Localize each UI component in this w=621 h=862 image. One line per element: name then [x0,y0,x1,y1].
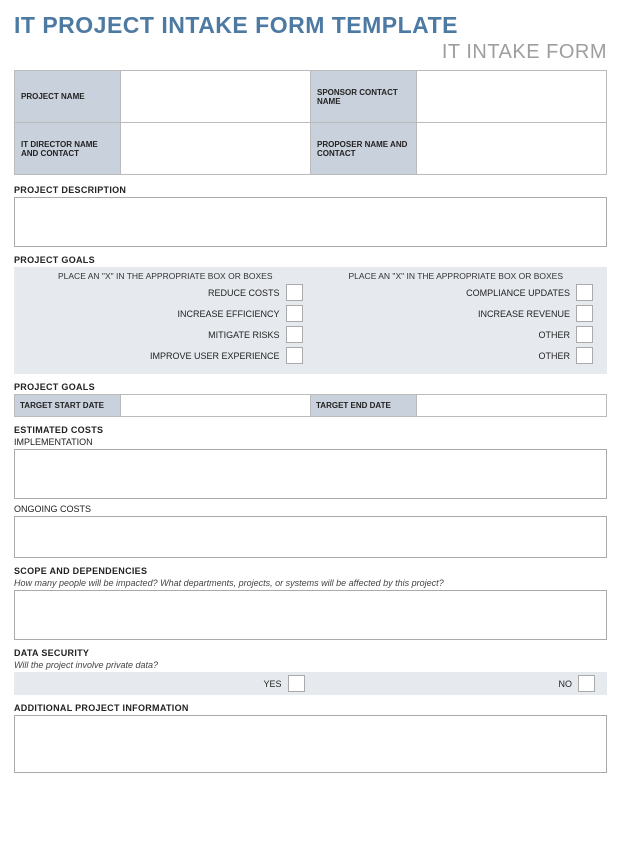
no-label: NO [559,679,573,689]
target-end-input[interactable] [417,395,607,417]
director-label: IT DIRECTOR NAME AND CONTACT [15,123,121,175]
goal-checkbox-reduce-costs[interactable] [286,284,303,301]
goal-label: INCREASE REVENUE [311,309,571,319]
goal-label: OTHER [311,351,571,361]
no-checkbox[interactable] [578,675,595,692]
goals-hint-left: PLACE AN "X" IN THE APPROPRIATE BOX OR B… [20,271,311,281]
project-name-input[interactable] [121,71,311,123]
page-subtitle: IT INTAKE FORM [14,41,607,64]
project-name-label: PROJECT NAME [15,71,121,123]
goal-checkbox-other-1[interactable] [576,326,593,343]
goal-checkbox-compliance[interactable] [576,284,593,301]
goals-heading: PROJECT GOALS [14,255,607,265]
goal-label: OTHER [311,330,571,340]
target-start-input[interactable] [121,395,311,417]
dates-heading: PROJECT GOALS [14,382,607,392]
target-start-label: TARGET START DATE [15,395,121,417]
ongoing-label: ONGOING COSTS [14,504,607,514]
ongoing-input[interactable] [14,516,607,558]
description-heading: PROJECT DESCRIPTION [14,185,607,195]
yes-label: YES [263,679,281,689]
scope-hint: How many people will be impacted? What d… [14,578,607,588]
goal-checkbox-other-2[interactable] [576,347,593,364]
proposer-label: PROPOSER NAME AND CONTACT [311,123,417,175]
goal-label: IMPROVE USER EXPERIENCE [20,351,280,361]
goal-checkbox-risks[interactable] [286,326,303,343]
director-input[interactable] [121,123,311,175]
goals-hint-right: PLACE AN "X" IN THE APPROPRIATE BOX OR B… [311,271,602,281]
security-hint: Will the project involve private data? [14,660,607,670]
goal-checkbox-revenue[interactable] [576,305,593,322]
goals-block: PLACE AN "X" IN THE APPROPRIATE BOX OR B… [14,267,607,374]
implementation-label: IMPLEMENTATION [14,437,607,447]
goal-label: COMPLIANCE UPDATES [311,288,571,298]
security-heading: DATA SECURITY [14,648,607,658]
dates-table: TARGET START DATE TARGET END DATE [14,394,607,417]
description-input[interactable] [14,197,607,247]
target-end-label: TARGET END DATE [311,395,417,417]
header-fields-table: PROJECT NAME SPONSOR CONTACT NAME IT DIR… [14,70,607,175]
sponsor-label: SPONSOR CONTACT NAME [311,71,417,123]
goal-label: MITIGATE RISKS [20,330,280,340]
yes-checkbox[interactable] [288,675,305,692]
implementation-input[interactable] [14,449,607,499]
goal-label: INCREASE EFFICIENCY [20,309,280,319]
scope-heading: SCOPE AND DEPENDENCIES [14,566,607,576]
scope-input[interactable] [14,590,607,640]
security-yesno-row: YES NO [14,672,607,695]
goal-checkbox-ux[interactable] [286,347,303,364]
goal-label: REDUCE COSTS [20,288,280,298]
costs-heading: ESTIMATED COSTS [14,425,607,435]
sponsor-input[interactable] [417,71,607,123]
additional-heading: ADDITIONAL PROJECT INFORMATION [14,703,607,713]
page-title: IT PROJECT INTAKE FORM TEMPLATE [14,12,607,39]
additional-input[interactable] [14,715,607,773]
proposer-input[interactable] [417,123,607,175]
goal-checkbox-efficiency[interactable] [286,305,303,322]
